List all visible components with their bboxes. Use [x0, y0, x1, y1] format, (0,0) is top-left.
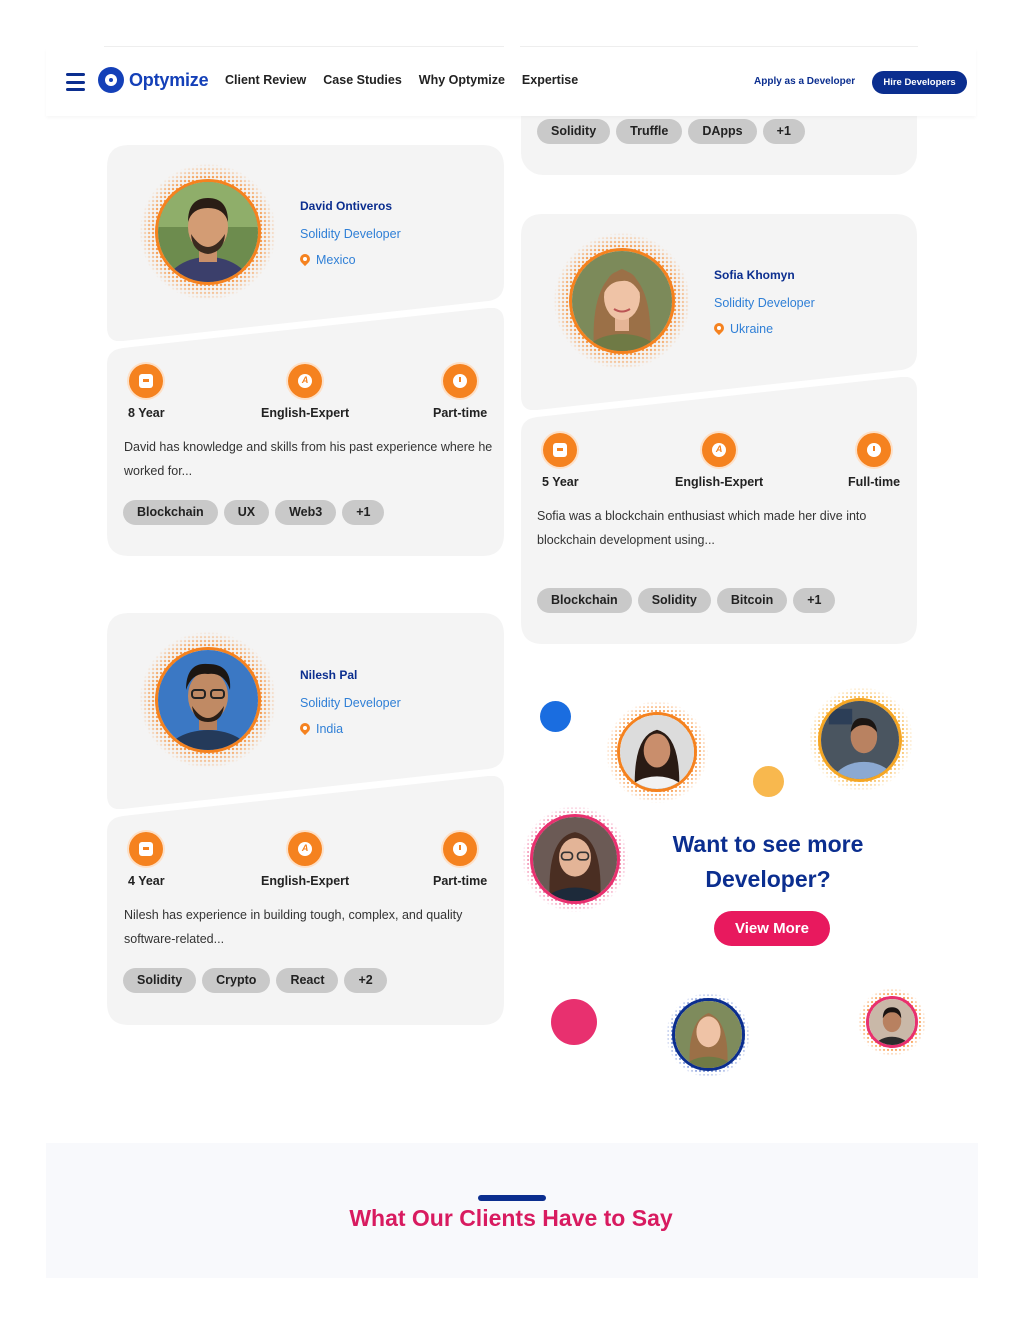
nav-links: Client Review Case Studies Why Optymize … — [225, 73, 595, 87]
skill-tag: Solidity — [123, 968, 197, 993]
divider — [520, 46, 918, 47]
availability-stat: Full-time — [848, 433, 900, 489]
avatar — [155, 647, 261, 753]
logo[interactable]: Optymize — [98, 67, 209, 93]
briefcase-icon — [129, 832, 164, 866]
skill-tag: +1 — [762, 119, 805, 144]
skill-tag: Crypto — [202, 968, 271, 993]
developer-role: Solidity Developer — [300, 227, 401, 241]
availability-stat: Part-time — [433, 832, 487, 888]
location-text: Mexico — [316, 253, 356, 267]
skill-tag: Truffle — [616, 119, 683, 144]
skill-tag: UX — [223, 500, 270, 525]
skill-tag: Bitcoin — [716, 588, 788, 613]
avatar — [569, 248, 675, 354]
availability-stat: Part-time — [433, 364, 487, 420]
section-title: What Our Clients Have to Say — [349, 1205, 673, 1231]
location-pin-icon — [714, 323, 724, 336]
developer-description: Nilesh has experience in building tough,… — [124, 908, 463, 946]
cta-title-line: Want to see more — [672, 831, 864, 857]
availability-label: Part-time — [433, 874, 488, 888]
tag-list: Blockchain Solidity Bitcoin +1 — [537, 588, 836, 613]
clients-testimonials-section: What Our Clients Have to Say — [46, 1143, 978, 1278]
avatar — [672, 998, 745, 1071]
apply-as-developer-link[interactable]: Apply as a Developer — [754, 76, 855, 87]
experience-label: 8 Year — [128, 406, 165, 420]
language-icon — [288, 832, 323, 866]
location-text: India — [316, 722, 344, 736]
english-label: English-Expert — [675, 475, 764, 489]
hamburger-menu-icon[interactable] — [66, 73, 85, 91]
experience-label: 4 Year — [128, 874, 165, 888]
avatar — [818, 698, 902, 782]
nav-link-expertise[interactable]: Expertise — [522, 73, 578, 87]
skill-tag: Solidity — [537, 119, 611, 144]
decorative-dot — [540, 701, 571, 732]
decorative-dot — [551, 999, 597, 1045]
skill-tag: +2 — [344, 968, 387, 993]
developer-description: David has knowledge and skills from his … — [124, 440, 493, 478]
divider — [104, 46, 504, 47]
language-icon — [702, 433, 737, 467]
hire-developers-button[interactable]: Hire Developers — [872, 71, 967, 94]
skill-tag: Blockchain — [537, 588, 632, 613]
developer-role: Solidity Developer — [714, 296, 815, 310]
logo-text: Optymize — [129, 69, 209, 90]
cta-title: Want to see more Developer? — [648, 827, 888, 897]
briefcase-icon — [129, 364, 164, 398]
developer-location: Mexico — [300, 253, 356, 267]
page: Solidity Truffle DApps +1 Optymize Clien… — [0, 0, 1024, 1325]
nav-link-case-studies[interactable]: Case Studies — [323, 73, 402, 87]
nav-link-why-optymize[interactable]: Why Optymize — [419, 73, 505, 87]
clock-icon — [443, 364, 478, 398]
developer-role: Solidity Developer — [300, 696, 401, 710]
section-accent-bar — [478, 1195, 546, 1201]
location-text: Ukraine — [730, 322, 774, 336]
skill-tag: Web3 — [275, 500, 337, 525]
skill-tag: +1 — [793, 588, 836, 613]
decorative-dot — [753, 766, 784, 797]
nav-link-client-review[interactable]: Client Review — [225, 73, 306, 87]
cta-title-line: Developer? — [705, 866, 831, 892]
avatar — [866, 996, 918, 1048]
english-stat: English-Expert — [261, 364, 349, 420]
experience-stat: 4 Year — [128, 832, 165, 888]
tag-list: Solidity Truffle DApps +1 — [537, 119, 805, 144]
experience-stat: 8 Year — [128, 364, 165, 420]
location-pin-icon — [300, 723, 310, 736]
language-icon — [288, 364, 323, 398]
logo-mark-icon — [98, 67, 124, 93]
skill-tag: React — [276, 968, 339, 993]
developer-location: Ukraine — [714, 322, 773, 336]
developer-location: India — [300, 722, 343, 736]
english-stat: English-Expert — [261, 832, 349, 888]
developer-name[interactable]: Sofia Khomyn — [714, 268, 795, 282]
briefcase-icon — [543, 433, 578, 467]
avatar — [155, 179, 261, 285]
skill-tag: Solidity — [637, 588, 711, 613]
availability-label: Part-time — [433, 406, 488, 420]
developer-name[interactable]: David Ontiveros — [300, 199, 392, 213]
avatar — [530, 814, 620, 904]
experience-stat: 5 Year — [542, 433, 579, 489]
availability-label: Full-time — [848, 475, 901, 489]
skill-tag: +1 — [342, 500, 385, 525]
clock-icon — [443, 832, 478, 866]
top-navbar: Optymize Client Review Case Studies Why … — [46, 48, 976, 116]
english-label: English-Expert — [261, 406, 350, 420]
experience-label: 5 Year — [542, 475, 579, 489]
avatar — [617, 712, 697, 792]
english-label: English-Expert — [261, 874, 350, 888]
skill-tag: Blockchain — [123, 500, 218, 525]
location-pin-icon — [300, 254, 310, 267]
tag-list: Solidity Crypto React +2 — [123, 968, 387, 993]
skill-tag: DApps — [688, 119, 757, 144]
developer-description: Sofia was a blockchain enthusiast which … — [537, 509, 867, 547]
view-more-button[interactable]: View More — [714, 911, 830, 946]
clock-icon — [857, 433, 892, 467]
tag-list: Blockchain UX Web3 +1 — [123, 500, 385, 525]
developer-name[interactable]: Nilesh Pal — [300, 668, 357, 682]
english-stat: English-Expert — [675, 433, 763, 489]
